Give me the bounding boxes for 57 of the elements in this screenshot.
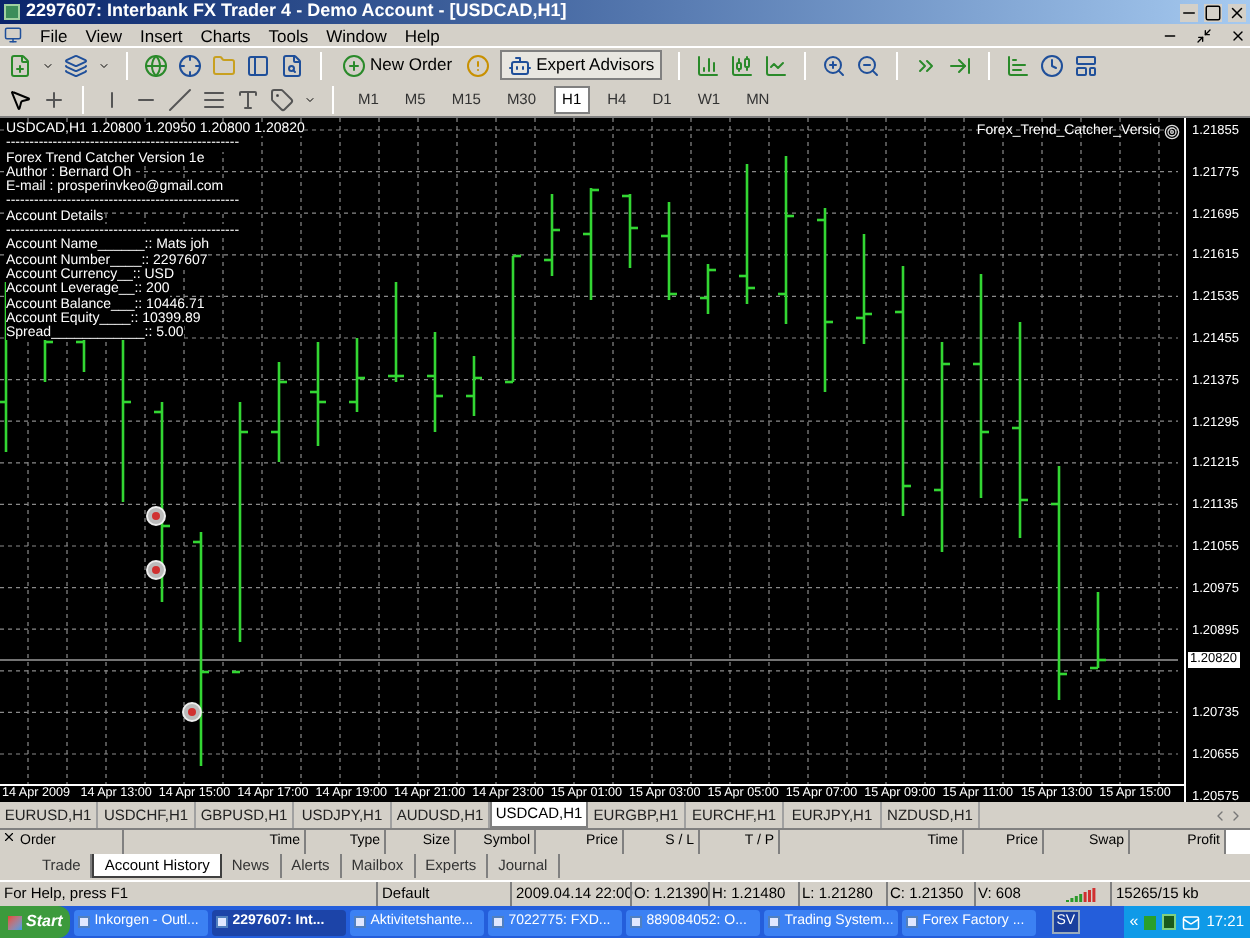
- window-icon: [78, 916, 91, 928]
- pointer-icon[interactable]: [8, 87, 32, 111]
- plus-icon[interactable]: [342, 53, 366, 77]
- menu-item[interactable]: Tools: [268, 25, 309, 45]
- mail-icon[interactable]: [1182, 913, 1201, 931]
- zoom-out-icon[interactable]: [856, 53, 881, 77]
- window-icon: [630, 916, 643, 928]
- new-chart-icon[interactable]: [8, 53, 32, 77]
- tray-meter-icon[interactable]: [1162, 914, 1177, 930]
- line-chart-icon[interactable]: [764, 53, 789, 77]
- window-icon: [768, 916, 781, 928]
- document-search-icon[interactable]: [280, 53, 304, 77]
- scroll-right-icon[interactable]: [1228, 807, 1244, 823]
- crosshair-icon[interactable]: [178, 53, 202, 77]
- window-icon: [216, 916, 229, 928]
- signal-marker: [182, 702, 202, 722]
- indicators-icon[interactable]: [1006, 53, 1031, 77]
- robot-icon[interactable]: [508, 53, 533, 77]
- maximize-icon[interactable]: [1204, 3, 1222, 21]
- scroll-left-icon[interactable]: [1212, 807, 1228, 823]
- windows-logo-icon: [8, 915, 22, 929]
- text-icon[interactable]: [236, 87, 260, 111]
- menu-item[interactable]: Insert: [139, 25, 183, 45]
- minimize-icon[interactable]: [1180, 3, 1198, 21]
- chart-shift-icon[interactable]: [948, 53, 973, 77]
- templates-icon[interactable]: [1074, 53, 1099, 77]
- menu-item[interactable]: View: [85, 25, 122, 45]
- expert-advisors-button[interactable]: Expert Advisors: [500, 50, 663, 80]
- window-icon: [906, 916, 919, 928]
- window-icon[interactable]: [246, 53, 270, 77]
- window-icon: [492, 916, 505, 928]
- window-icon: [354, 916, 367, 928]
- crosshair-icon[interactable]: [42, 87, 66, 111]
- trendline-icon[interactable]: [168, 87, 192, 111]
- globe-icon[interactable]: [144, 53, 168, 77]
- window-title: 2297607: Interbank FX Trader 4 - Demo Account - [USDCAD,H1]: [26, 0, 569, 25]
- signal-marker: [146, 506, 166, 526]
- zoom-in-icon[interactable]: [822, 53, 847, 77]
- dropdown-icon[interactable]: [98, 59, 110, 71]
- fibonacci-icon[interactable]: [202, 87, 226, 111]
- new-order-button[interactable]: New Order: [338, 52, 457, 78]
- label-icon[interactable]: [270, 87, 294, 111]
- dropdown-icon[interactable]: [304, 93, 316, 105]
- menu-item[interactable]: File: [40, 25, 68, 45]
- clock-icon[interactable]: [1040, 53, 1065, 77]
- dropdown-icon[interactable]: [42, 59, 54, 71]
- menu-item[interactable]: Window: [326, 25, 387, 45]
- bar-chart-icon[interactable]: [696, 53, 721, 77]
- menu-item[interactable]: Help: [404, 25, 440, 45]
- candlestick-icon[interactable]: [730, 53, 755, 77]
- connection-bars-icon: [1066, 886, 1098, 902]
- signal-marker: [146, 560, 166, 580]
- profiles-icon[interactable]: [64, 53, 88, 77]
- restore-icon[interactable]: [1196, 27, 1212, 43]
- start-button[interactable]: Start: [0, 906, 71, 938]
- menu-item[interactable]: Charts: [200, 25, 251, 45]
- app-icon: [4, 4, 20, 20]
